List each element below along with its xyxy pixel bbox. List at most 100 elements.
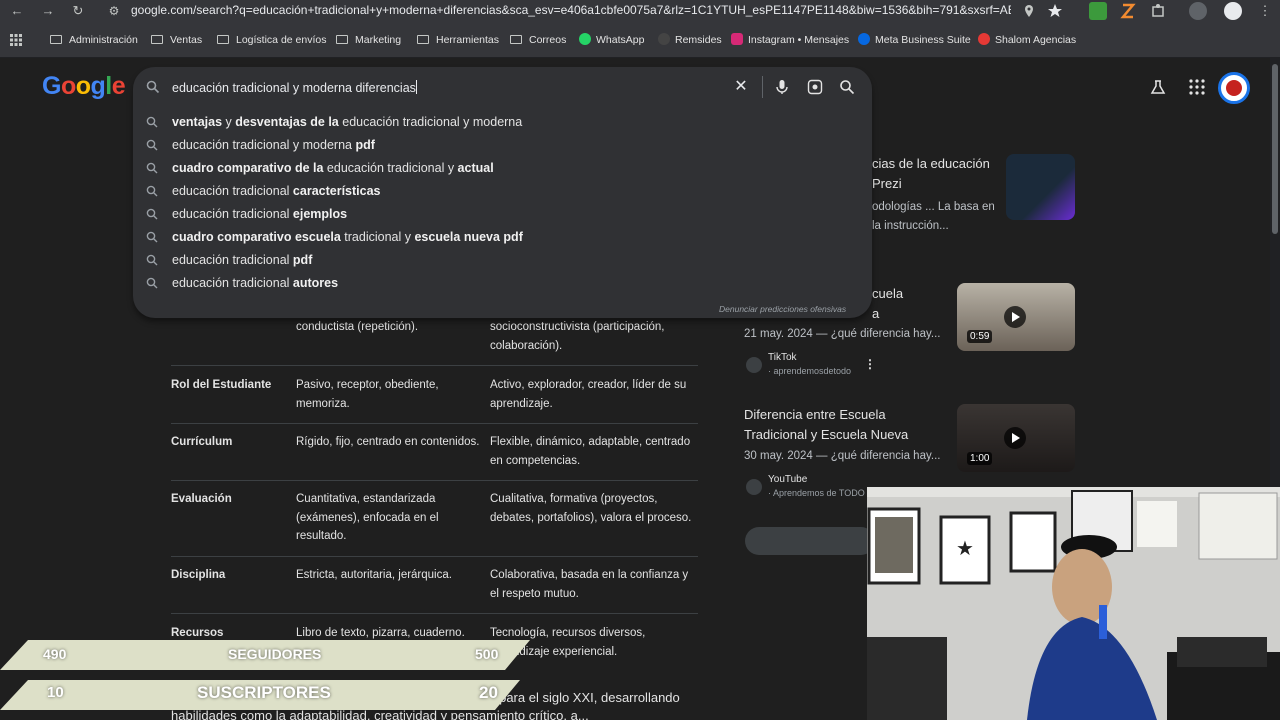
microphone-icon[interactable]	[774, 79, 790, 95]
table-cell: socioconstructivista (participación, col…	[490, 321, 665, 352]
suggestion-text: educación tradicional y moderna	[338, 115, 523, 129]
search-query-text: educación tradicional y moderna diferenc…	[172, 81, 416, 95]
row-label: Recursos	[171, 627, 224, 639]
reload-icon[interactable]: ↻	[69, 2, 87, 20]
table-row: conductista (repetición). socioconstruct…	[171, 318, 698, 366]
instagram-icon	[731, 33, 743, 45]
table-cell: Activo, explorador, creador, líder de su…	[490, 379, 687, 410]
suggestion-item[interactable]: educación tradicional y moderna pdf	[133, 135, 872, 157]
bookmark-label: Administración	[69, 34, 138, 46]
suggestion-text: tradicional y	[340, 230, 415, 244]
location-icon[interactable]	[1020, 2, 1038, 20]
bookmark-label: Correos	[529, 34, 567, 46]
forward-icon[interactable]: →	[39, 2, 57, 20]
folder-icon	[417, 35, 429, 44]
webcam-feed: ★	[867, 487, 1280, 720]
scrollbar-thumb[interactable]	[1272, 64, 1278, 234]
more-options-icon[interactable]: ⋮	[864, 357, 876, 371]
suggestion-bold: pdf	[292, 253, 313, 267]
tiktok-icon	[746, 357, 762, 373]
bookmark-marketing[interactable]: Marketing	[336, 33, 401, 49]
suggestion-text: educación tradicional y	[323, 161, 458, 175]
divider	[762, 76, 763, 98]
table-row: Rol del Estudiante Pasivo, receptor, obe…	[171, 376, 698, 424]
suggestion-item[interactable]: educación tradicional autores	[133, 273, 872, 295]
back-icon[interactable]: ←	[8, 2, 26, 20]
bookmark-logistica[interactable]: Logística de envíos	[217, 33, 326, 49]
extensions-puzzle-icon[interactable]	[1149, 2, 1167, 20]
suggestion-bold: autores	[292, 276, 339, 290]
followers-label: SEGUIDORES	[228, 646, 322, 662]
video-thumbnail[interactable]: 1:00	[957, 404, 1075, 472]
suggestion-item[interactable]: cuadro comparativo escuela tradicional y…	[133, 227, 872, 249]
suggestion-item[interactable]: educación tradicional características	[133, 181, 872, 203]
search-icon	[146, 254, 158, 266]
bookmark-ventas[interactable]: Ventas	[151, 33, 202, 49]
suggestion-text: educación tradicional	[172, 184, 293, 198]
suggestion-item[interactable]: cuadro comparativo de la educación tradi…	[133, 158, 872, 180]
video-date: 30 may. 2024 — ¿qué diferencia hay...	[744, 450, 941, 462]
remsides-icon	[658, 33, 670, 45]
bookmark-label: Ventas	[170, 34, 203, 46]
suggestion-item[interactable]: ventajas y desventajas de la educación t…	[133, 112, 872, 134]
suggestion-item[interactable]: educación tradicional pdf	[133, 250, 872, 272]
extension-orange-icon[interactable]	[1119, 2, 1137, 20]
google-apps-icon[interactable]	[1189, 79, 1205, 95]
suggestion-bold: actual	[457, 161, 494, 175]
profile-icon[interactable]	[1189, 2, 1207, 20]
play-icon[interactable]	[1004, 306, 1026, 328]
shalom-icon	[978, 33, 990, 45]
lens-camera-icon[interactable]	[807, 79, 823, 95]
svg-text:★: ★	[956, 536, 974, 560]
bookmark-label: Logística de envíos	[236, 34, 327, 46]
url-field[interactable]: google.com/search?q=educación+tradiciona…	[131, 3, 1011, 17]
account-avatar[interactable]	[1218, 72, 1250, 104]
folder-icon	[217, 35, 229, 44]
table-cell: Pasivo, receptor, obediente, memoriza.	[296, 379, 439, 410]
bookmark-remsides[interactable]: Remsides	[658, 33, 722, 49]
search-icon	[146, 162, 158, 174]
suggestion-bold: cuadro comparativo escuela	[172, 230, 341, 244]
bookmark-whatsapp[interactable]: WhatsApp	[579, 33, 644, 49]
youtube-icon	[746, 479, 762, 495]
bookmark-correos[interactable]: Correos	[510, 33, 566, 49]
menu-kebab-icon[interactable]: ⋮	[1256, 2, 1274, 20]
video-title-line2[interactable]: a	[872, 304, 952, 324]
extension-green-icon[interactable]	[1089, 2, 1107, 20]
site-info-icon[interactable]: ⚙	[105, 2, 123, 20]
text-caret	[415, 80, 417, 94]
bookmark-label: WhatsApp	[596, 34, 645, 46]
suggestion-item[interactable]: educación tradicional ejemplos	[133, 204, 872, 226]
video-title[interactable]: Diferencia entre Escuela Tradicional y E…	[744, 405, 944, 445]
profile-avatar-icon[interactable]	[1224, 2, 1242, 20]
prezi-thumbnail[interactable]	[1006, 154, 1075, 220]
bookmark-administracion[interactable]: Administración	[50, 33, 138, 49]
report-predictions-link[interactable]: Denunciar predicciones ofensivas	[719, 304, 846, 314]
table-cell: conductista (repetición).	[296, 321, 419, 333]
search-input[interactable]: educación tradicional y moderna diferenc…	[172, 80, 417, 95]
bookmark-instagram[interactable]: Instagram • Mensajes	[731, 33, 849, 49]
search-icon	[146, 116, 158, 128]
bookmark-star-icon[interactable]	[1046, 2, 1064, 20]
video-title[interactable]: cuela	[872, 284, 952, 304]
search-icon	[146, 185, 158, 197]
followers-count: 490	[43, 646, 67, 662]
video-thumbnail[interactable]: 0:59	[957, 283, 1075, 351]
bookmark-shalom[interactable]: Shalom Agencias	[978, 33, 1076, 49]
bookmark-herramientas[interactable]: Herramientas	[417, 33, 499, 49]
search-submit-icon[interactable]	[839, 79, 855, 95]
bookmark-label: Remsides	[675, 34, 722, 46]
clear-icon[interactable]: ✕	[733, 78, 749, 96]
table-cell: Rígido, fijo, centrado en contenidos.	[296, 436, 480, 448]
bookmark-meta[interactable]: Meta Business Suite	[858, 33, 971, 49]
video-source: YouTube	[768, 474, 808, 485]
folder-icon	[510, 35, 522, 44]
apps-grid-icon[interactable]	[10, 34, 22, 50]
followers-goal: 500	[475, 646, 499, 662]
play-icon[interactable]	[1004, 427, 1026, 449]
suggestion-text: educación tradicional y moderna	[172, 138, 356, 152]
result-title[interactable]: cias de la educación Prezi	[872, 154, 1000, 194]
more-button[interactable]	[745, 527, 875, 555]
google-logo[interactable]: Google	[42, 72, 126, 101]
labs-flask-icon[interactable]	[1150, 79, 1166, 95]
